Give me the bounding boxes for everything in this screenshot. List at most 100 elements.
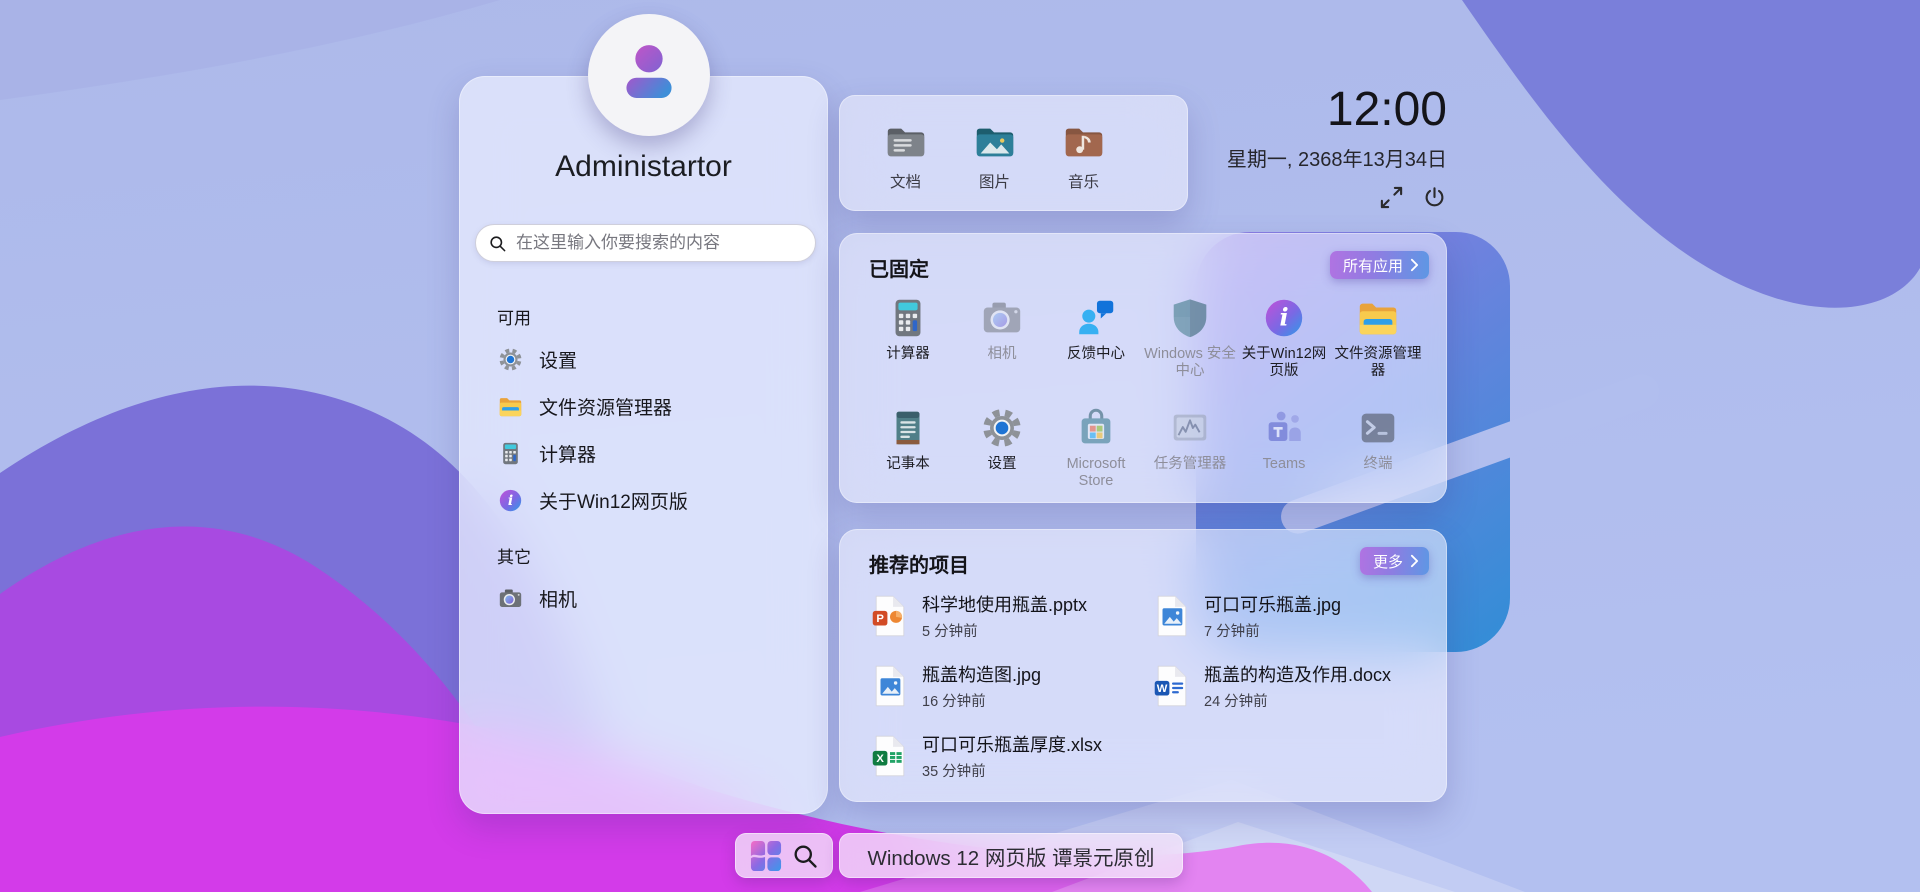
taskbar-search-icon[interactable] (791, 842, 819, 870)
pinned-app-label: 任务管理器 (1154, 456, 1227, 473)
file-explorer-icon (1355, 295, 1401, 341)
pinned-app[interactable]: i关于Win12网页版 (1237, 295, 1331, 395)
notepad-icon (885, 405, 931, 451)
power-icon[interactable] (1422, 185, 1447, 210)
file-time: 5 分钟前 (922, 620, 1087, 641)
svg-text:X: X (876, 753, 884, 765)
menu-item-file-explorer[interactable]: 文件资源管理器 (497, 390, 812, 423)
more-button[interactable]: 更多 (1360, 547, 1429, 575)
file-time: 16 分钟前 (922, 690, 1041, 711)
menu-item-info[interactable]: i 关于Win12网页版 (497, 484, 812, 517)
pinned-app-label: Windows 安全中心 (1143, 346, 1237, 380)
svg-text:i: i (1279, 304, 1288, 332)
user-avatar-icon (611, 35, 687, 116)
taskbar-start-pill (735, 833, 833, 878)
pinned-app-label: 文件资源管理器 (1331, 346, 1425, 380)
recommended-file[interactable]: W瓶盖的构造及作用.docx24 分钟前 (1153, 651, 1429, 721)
recommended-file[interactable]: P 科学地使用瓶盖.pptx 5 分钟前 (871, 581, 1147, 651)
menu-item-label: 计算器 (539, 440, 596, 467)
pinned-app[interactable]: 相机 (955, 295, 1049, 395)
chevron-right-icon (1410, 554, 1419, 568)
pinned-app[interactable]: 任务管理器 (1143, 405, 1237, 505)
menu-item-label: 关于Win12网页版 (539, 487, 688, 514)
start-menu-sections: 可用设置文件资源管理器计算器 i 关于Win12网页版其它相机 (497, 304, 812, 629)
pinned-app-label: 相机 (988, 346, 1017, 363)
calculator-icon (497, 440, 524, 467)
search-icon (488, 234, 507, 253)
menu-section-label: 其它 (497, 543, 812, 568)
pinned-app-label: 计算器 (886, 346, 930, 363)
start-menu-panel: 可用设置文件资源管理器计算器 i 关于Win12网页版其它相机 (459, 76, 828, 814)
pinned-app[interactable]: 终端 (1331, 405, 1425, 505)
menu-item-camera[interactable]: 相机 (497, 582, 812, 615)
terminal-icon (1355, 405, 1401, 451)
windows-security-icon (1167, 295, 1213, 341)
search-input[interactable] (507, 232, 803, 254)
expand-fullscreen-icon[interactable] (1379, 185, 1404, 210)
menu-item-calculator[interactable]: 计算器 (497, 437, 812, 470)
pinned-app[interactable]: Teams (1237, 405, 1331, 505)
windows-logo-icon[interactable] (750, 840, 782, 872)
pinned-panel: 已固定 所有应用 计算器 相机 反馈中心 Windows 安全中心i关于Win12网页… (839, 233, 1447, 503)
docx-file-icon: W (1153, 663, 1191, 709)
pinned-app[interactable]: Windows 安全中心 (1143, 295, 1237, 395)
settings-gear-icon (979, 405, 1025, 451)
pinned-app[interactable]: 计算器 (861, 295, 955, 395)
info-icon: i (497, 487, 524, 514)
all-apps-button[interactable]: 所有应用 (1330, 251, 1429, 279)
file-name: 瓶盖构造图.jpg (922, 661, 1041, 687)
user-name: Administartor (459, 150, 828, 184)
documents-folder-icon (883, 119, 929, 165)
taskbar-brand-pill[interactable]: Windows 12 网页版 谭景元原创 (839, 833, 1183, 878)
search-box (475, 224, 816, 262)
camera-icon (979, 295, 1025, 341)
clock-date: 星期一, 2368年13月34日 (1227, 143, 1447, 172)
quick-folder-label: 图片 (979, 170, 1010, 192)
file-time: 7 分钟前 (1204, 620, 1341, 641)
file-explorer-icon (497, 393, 524, 420)
pinned-title: 已固定 (869, 253, 929, 282)
quick-folder-pictures-folder[interactable]: 图片 (950, 119, 1039, 192)
pinned-app[interactable]: 记事本 (861, 405, 955, 505)
svg-text:i: i (508, 493, 513, 509)
menu-item-label: 设置 (539, 346, 577, 373)
quick-folders-row: 文档 图片 音乐 (861, 119, 1128, 192)
file-name: 科学地使用瓶盖.pptx (922, 591, 1087, 617)
pptx-file-icon: P (871, 593, 909, 639)
file-time: 35 分钟前 (922, 760, 1102, 781)
feedback-hub-icon (1073, 295, 1119, 341)
recommended-file[interactable]: X可口可乐瓶盖厚度.xlsx35 分钟前 (871, 721, 1147, 791)
user-avatar[interactable] (588, 14, 710, 136)
pinned-app[interactable]: 设置 (955, 405, 1049, 505)
recommended-file-grid: P科学地使用瓶盖.pptx5 分钟前可口可乐瓶盖.jpg7 分钟前瓶盖构造图.j… (871, 581, 1429, 791)
clock-time: 12:00 (1227, 86, 1447, 134)
menu-item-label: 文件资源管理器 (539, 393, 672, 420)
pinned-app[interactable]: Microsoft Store (1049, 405, 1143, 505)
quick-folder-label: 文档 (890, 170, 921, 192)
pinned-app[interactable]: 文件资源管理器 (1331, 295, 1425, 395)
chevron-right-icon (1410, 258, 1419, 272)
recommended-panel: 推荐的项目 更多 P 科学地使用瓶盖.pptx 5 分钟前 可口可乐瓶盖.jpg7 分… (839, 529, 1447, 802)
pinned-app[interactable]: 反馈中心 (1049, 295, 1143, 395)
recommended-file[interactable]: 瓶盖构造图.jpg 16 分钟前 (871, 651, 1147, 721)
quick-folder-music-folder[interactable]: 音乐 (1039, 119, 1128, 192)
menu-section-label: 可用 (497, 304, 812, 329)
menu-item-label: 相机 (539, 585, 577, 612)
recommended-file[interactable]: 可口可乐瓶盖.jpg7 分钟前 (1153, 581, 1429, 651)
pinned-app-label: 设置 (988, 456, 1017, 473)
jpg-file-icon (871, 663, 909, 709)
menu-item-settings-gear[interactable]: 设置 (497, 343, 812, 376)
all-apps-label: 所有应用 (1343, 255, 1403, 276)
calculator-icon (885, 295, 931, 341)
pinned-app-label: 反馈中心 (1067, 346, 1125, 363)
recommended-title: 推荐的项目 (869, 549, 969, 578)
quick-folder-label: 音乐 (1068, 170, 1099, 192)
teams-icon (1261, 405, 1307, 451)
desktop: 可用设置文件资源管理器计算器i关于Win12网页版其它相机 Administar… (0, 0, 1920, 892)
quick-folder-documents-folder[interactable]: 文档 (861, 119, 950, 192)
quick-folders-panel: 文档 图片 音乐 (839, 95, 1188, 211)
music-folder-icon (1061, 119, 1107, 165)
jpg-file-icon (1153, 593, 1191, 639)
pinned-app-label: Microsoft Store (1049, 456, 1143, 490)
info-icon: i (1261, 295, 1307, 341)
